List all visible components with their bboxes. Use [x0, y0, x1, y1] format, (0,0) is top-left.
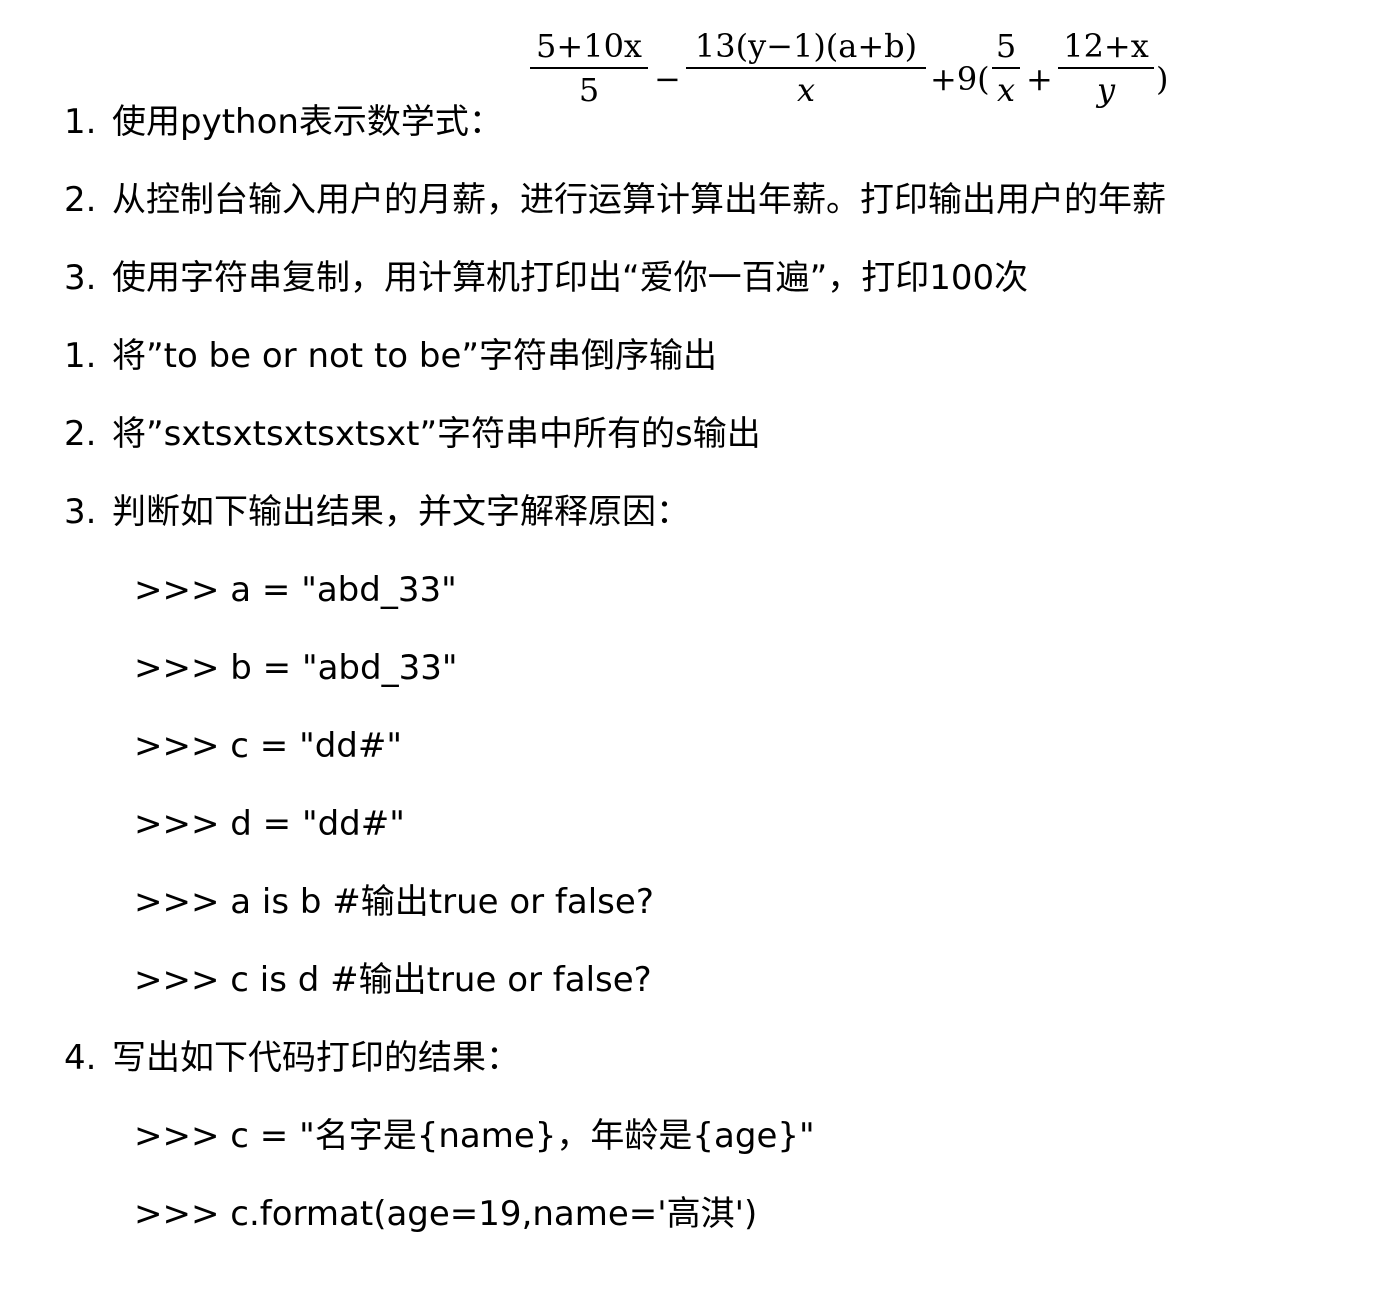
question-number: 2. — [64, 414, 97, 454]
plus-nine-operator: +9( — [930, 60, 990, 98]
fraction-bar — [1058, 67, 1154, 69]
question-text: 判断如下输出结果，并文字解释原因： — [112, 492, 690, 532]
code-line: >>> b = "abd_33" — [0, 648, 458, 728]
code-text: >>> c = "名字是{name}，年龄是{age}" — [134, 1116, 815, 1156]
plus-operator: + — [1026, 60, 1053, 98]
fraction-3: 5 x — [992, 28, 1020, 108]
code-text: >>> a is b #输出true or false? — [134, 882, 654, 922]
question-text: 将”to be or not to be”字符串倒序输出 — [112, 336, 717, 376]
question-number: 1. — [64, 102, 97, 142]
question-text: 将”sxtsxtsxtsxtsxt”字符串中所有的s输出 — [112, 414, 761, 454]
fraction-2: 13(y−1)(a+b) x — [686, 28, 926, 108]
fraction-bar — [992, 67, 1020, 69]
question-text: 使用python表示数学式： — [112, 102, 503, 142]
fraction-numerator: 13(y−1)(a+b) — [694, 27, 918, 65]
code-text: >>> d = "dd#" — [134, 804, 405, 844]
fraction-1: 5+10x 5 — [530, 28, 648, 108]
code-line: >>> c.format(age=19,name='高淇') — [0, 1194, 757, 1274]
fraction-denominator: x — [796, 71, 816, 109]
fraction-numerator: 5 — [995, 27, 1017, 65]
question-text: 写出如下代码打印的结果： — [112, 1038, 520, 1078]
fraction-denominator: y — [1096, 71, 1116, 109]
fraction-numerator: 12+x — [1063, 27, 1149, 65]
question-number: 4. — [64, 1038, 97, 1078]
question-number: 3. — [64, 492, 97, 532]
fraction-bar — [686, 67, 926, 69]
code-text: >>> b = "abd_33" — [134, 648, 458, 688]
code-text: >>> c = "dd#" — [134, 726, 402, 766]
code-line: >>> a is b #输出true or false? — [0, 882, 654, 962]
code-text: >>> c is d #输出true or false? — [134, 960, 652, 1000]
fraction-4: 12+x y — [1058, 28, 1154, 108]
fraction-denominator: x — [996, 71, 1016, 109]
code-line: >>> c is d #输出true or false? — [0, 960, 652, 1040]
code-line: >>> d = "dd#" — [0, 804, 405, 884]
code-line: >>> c = "dd#" — [0, 726, 402, 806]
question-number: 3. — [64, 258, 97, 298]
code-line: >>> c = "名字是{name}，年龄是{age}" — [0, 1116, 815, 1196]
fraction-denominator: 5 — [578, 71, 600, 109]
fraction-bar — [530, 67, 648, 69]
code-line: >>> a = "abd_33" — [0, 570, 457, 650]
code-text: >>> a = "abd_33" — [134, 570, 457, 610]
minus-operator: − — [654, 60, 681, 98]
fraction-numerator: 5+10x — [536, 27, 642, 65]
question-number: 1. — [64, 336, 97, 376]
question-text: 使用字符串复制，用计算机打印出“爱你一百遍”，打印100次 — [112, 258, 1029, 298]
question-text: 从控制台输入用户的月薪，进行运算计算出年薪。打印输出用户的年薪 — [112, 180, 1166, 220]
code-text: >>> c.format(age=19,name='高淇') — [134, 1194, 758, 1234]
question-number: 2. — [64, 180, 97, 220]
close-paren: ) — [1156, 60, 1169, 98]
